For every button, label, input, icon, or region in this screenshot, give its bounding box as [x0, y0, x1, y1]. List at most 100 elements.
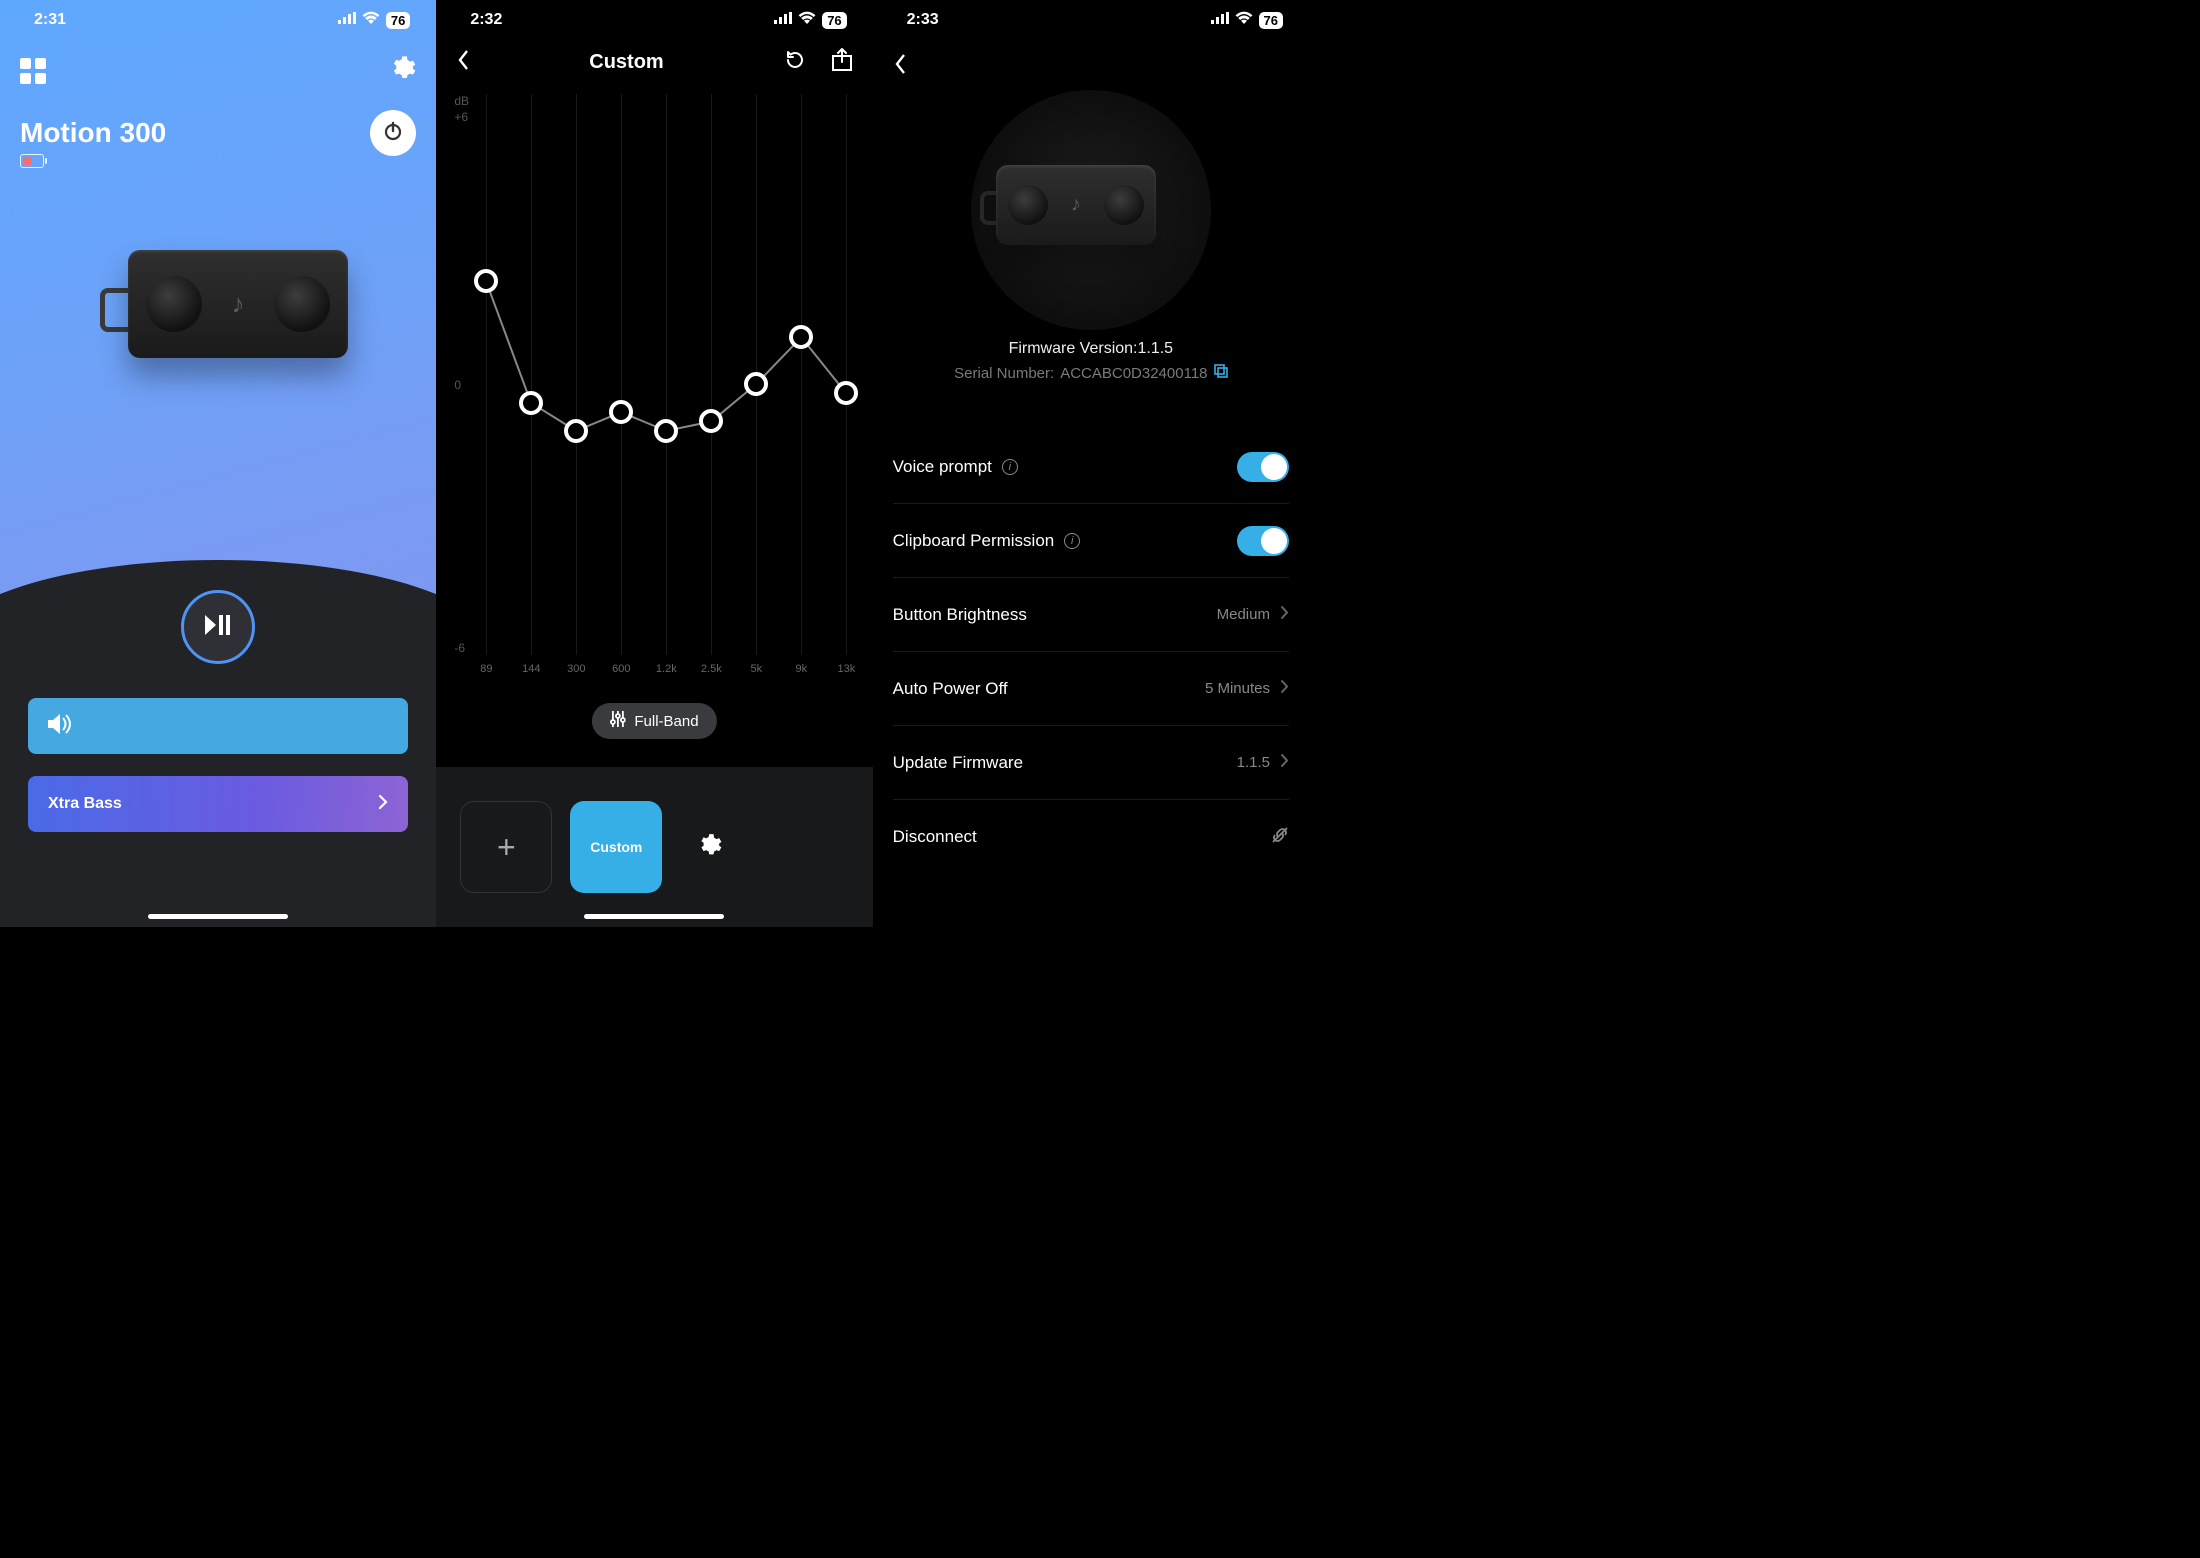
eq-xlabel: 300	[567, 663, 585, 675]
eq-node[interactable]	[834, 381, 858, 405]
eq-node[interactable]	[474, 269, 498, 293]
eq-node[interactable]	[609, 400, 633, 424]
status-time: 2:31	[34, 11, 66, 29]
power-button[interactable]	[370, 110, 416, 156]
status-time: 2:33	[907, 11, 939, 29]
play-pause-icon	[205, 614, 231, 641]
toggle-voice-prompt[interactable]	[1237, 452, 1289, 482]
eq-gridline	[666, 94, 667, 655]
eq-xlabel: 1.2k	[656, 663, 677, 675]
settings-list: Voice prompt i Clipboard Permission i Bu…	[893, 430, 1289, 874]
home-indicator[interactable]	[584, 914, 724, 919]
eq-node[interactable]	[519, 391, 543, 415]
wifi-icon	[362, 11, 380, 30]
eq-ybot: -6	[454, 641, 465, 655]
add-preset-button[interactable]: +	[460, 801, 552, 893]
device-name: Motion 300	[20, 117, 166, 149]
row-label: Button Brightness	[893, 605, 1027, 625]
play-pause-button[interactable]	[181, 590, 255, 664]
xtra-bass-label: Xtra Bass	[48, 795, 122, 813]
eq-xlabel: 89	[480, 663, 492, 675]
full-band-label: Full-Band	[634, 713, 698, 730]
share-icon[interactable]	[831, 48, 853, 77]
back-button[interactable]	[893, 52, 907, 81]
row-voice-prompt[interactable]: Voice prompt i	[893, 430, 1289, 504]
row-label: Update Firmware	[893, 753, 1023, 773]
eq-xlabel: 9k	[796, 663, 808, 675]
back-button[interactable]	[456, 48, 470, 77]
plus-icon: +	[497, 829, 516, 866]
wifi-icon	[798, 11, 816, 30]
chevron-right-icon	[1280, 679, 1289, 698]
home-indicator[interactable]	[148, 914, 288, 919]
product-image: ♪	[88, 250, 348, 380]
info-icon[interactable]: i	[1064, 533, 1080, 549]
eq-gridline	[621, 94, 622, 655]
cellular-icon	[1211, 11, 1229, 29]
eq-xlabel: 5k	[751, 663, 763, 675]
status-indicators: 76	[1211, 11, 1283, 30]
cellular-icon	[338, 11, 356, 29]
sliders-icon	[610, 711, 626, 731]
firmware-version: Firmware Version:1.1.5	[873, 340, 1309, 358]
eq-node[interactable]	[654, 419, 678, 443]
copy-icon[interactable]	[1214, 364, 1228, 382]
row-button-brightness[interactable]: Button Brightness Medium	[893, 578, 1289, 652]
preset-label: Custom	[590, 839, 642, 855]
volume-bar[interactable]	[28, 698, 408, 754]
eq-node[interactable]	[564, 419, 588, 443]
eq-db-label: dB	[454, 94, 469, 108]
chevron-right-icon	[378, 794, 388, 815]
row-auto-power-off[interactable]: Auto Power Off 5 Minutes	[893, 652, 1289, 726]
battery-badge: 76	[822, 12, 846, 29]
eq-ytop: +6	[454, 110, 468, 124]
eq-node[interactable]	[744, 372, 768, 396]
row-label: Voice prompt	[893, 457, 992, 477]
unlink-icon	[1271, 826, 1289, 848]
status-indicators: 76	[774, 11, 846, 30]
eq-gridline	[711, 94, 712, 655]
xtra-bass-button[interactable]: Xtra Bass	[28, 776, 408, 832]
row-label: Disconnect	[893, 827, 977, 847]
battery-badge: 76	[1259, 12, 1283, 29]
row-label: Auto Power Off	[893, 679, 1008, 699]
apps-grid-icon[interactable]	[20, 58, 46, 84]
product-image: ♪	[971, 90, 1211, 330]
eq-chart: dB +6 0 -6 891443006001.2k2.5k5k9k13k	[456, 94, 852, 675]
status-time: 2:32	[470, 11, 502, 29]
page-title: Custom	[589, 51, 663, 74]
status-bar: 2:31 76	[0, 0, 436, 40]
eq-ymid: 0	[454, 378, 461, 392]
toggle-clipboard[interactable]	[1237, 526, 1289, 556]
serial-number: Serial Number:ACCABC0D32400118	[954, 364, 1227, 382]
row-value: Medium	[1217, 606, 1270, 623]
eq-node[interactable]	[699, 409, 723, 433]
info-icon[interactable]: i	[1002, 459, 1018, 475]
eq-settings-button[interactable]	[696, 832, 722, 863]
status-bar: 2:32 76	[436, 0, 872, 40]
cellular-icon	[774, 11, 792, 29]
row-disconnect[interactable]: Disconnect	[893, 800, 1289, 874]
row-label: Clipboard Permission	[893, 531, 1055, 551]
eq-gridline	[531, 94, 532, 655]
eq-xlabel: 600	[612, 663, 630, 675]
row-update-firmware[interactable]: Update Firmware 1.1.5	[893, 726, 1289, 800]
wifi-icon	[1235, 11, 1253, 30]
reset-icon[interactable]	[783, 48, 807, 77]
eq-xlabel: 13k	[837, 663, 855, 675]
device-battery-icon	[20, 154, 44, 168]
eq-gridline	[576, 94, 577, 655]
row-clipboard-permission[interactable]: Clipboard Permission i	[893, 504, 1289, 578]
preset-custom[interactable]: Custom	[570, 801, 662, 893]
settings-icon[interactable]	[388, 54, 416, 87]
preset-toolbar: + Custom	[436, 767, 872, 927]
eq-node[interactable]	[789, 325, 813, 349]
eq-gridline	[801, 94, 802, 655]
eq-xlabel: 144	[522, 663, 540, 675]
status-indicators: 76	[338, 11, 410, 30]
volume-icon	[48, 713, 74, 740]
full-band-button[interactable]: Full-Band	[592, 703, 716, 739]
status-bar: 2:33 76	[873, 0, 1309, 40]
chevron-right-icon	[1280, 605, 1289, 624]
battery-badge: 76	[386, 12, 410, 29]
